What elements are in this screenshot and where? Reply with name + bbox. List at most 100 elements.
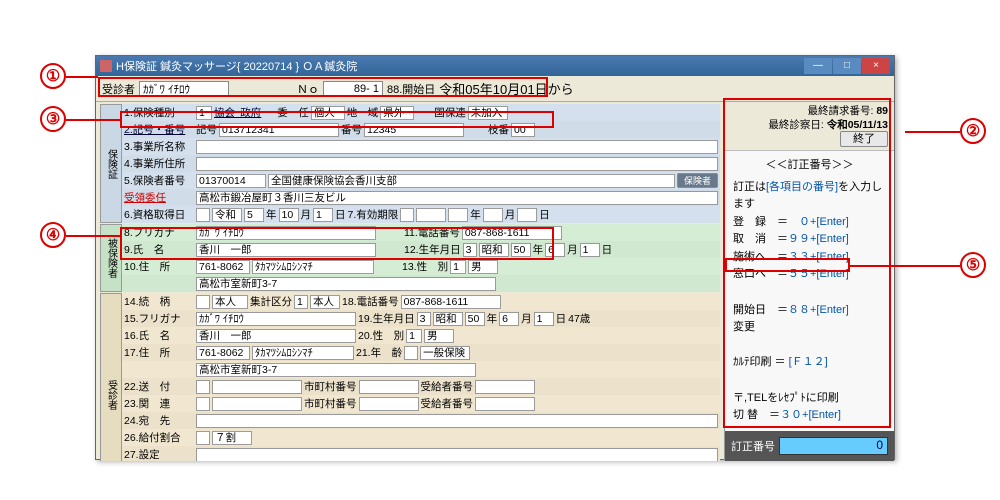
fld-day2[interactable] [517, 208, 537, 222]
lbl-kigo: 記号 [196, 122, 217, 137]
lbl-j-address: 17.住 所 [124, 345, 194, 360]
fld-jigyosho-addr[interactable] [196, 157, 718, 171]
lbl-yuko-kigen: 7.有効期限 [348, 207, 399, 222]
fld-settei[interactable] [196, 448, 718, 462]
fld-month1[interactable]: 10 [279, 208, 299, 222]
fld-j-sex-code[interactable]: 1 [406, 329, 422, 343]
window-title: H保険証 鍼灸マッサージ{ 20220714 } ＯＡ鍼灸院 [116, 58, 357, 74]
header-row: 受診者 ｶｶﾞﾜ ｲﾁﾛｳ Ｎｏ 89- 1 88.開始日 令和05年10月01… [96, 76, 894, 102]
fld-birth-y[interactable]: 50 [511, 243, 531, 257]
fld-kanren-name[interactable] [212, 397, 302, 411]
fld-era-code1[interactable] [196, 208, 210, 222]
btn-end[interactable]: 終了 [840, 131, 888, 147]
link-juryoinin[interactable]: 受領委任 [124, 190, 194, 205]
lbl-j-birth: 19.生年月日 [358, 311, 415, 326]
fld-birth-era-code[interactable]: 3 [463, 243, 477, 257]
fld-j-birth-d[interactable]: 1 [534, 312, 554, 326]
fld-teisei-no[interactable]: 0 [779, 437, 888, 455]
fld-jukyu-no1[interactable] [475, 380, 535, 394]
fld-j-address[interactable]: 高松市室新町3-7 [196, 363, 476, 377]
link-hokenshubetsu-name[interactable]: 協会･政府 [214, 105, 261, 120]
fld-j-birth-era-code[interactable]: 3 [417, 312, 431, 326]
app-window: H保険証 鍼灸マッサージ{ 20220714 } ＯＡ鍼灸院 — □ × 受診者… [95, 55, 895, 460]
fld-juryoinin[interactable]: 高松市鍛冶屋町３香川三友ビル [196, 191, 718, 205]
btn-hokensha[interactable]: 保険者 [677, 173, 718, 188]
fld-kanren-code[interactable] [196, 397, 210, 411]
fld-j-birth-y[interactable]: 50 [465, 312, 485, 326]
fld-j-tel[interactable]: 087-868-1611 [401, 295, 501, 309]
fld-j-birth-m[interactable]: 6 [499, 312, 519, 326]
fld-furigana[interactable]: ｶｶﾞﾜ ｲﾁﾛｳ [196, 226, 376, 240]
link-kigo-bango[interactable]: 2.記号・番号 [124, 122, 194, 137]
fld-sofu-code[interactable] [196, 380, 210, 394]
fld-atesaki[interactable] [196, 414, 718, 428]
fld-kigo[interactable]: 013712341 [219, 123, 339, 137]
fld-tel[interactable]: 087-868-1611 [462, 226, 562, 240]
fld-kyufu-name[interactable]: ７割 [212, 431, 252, 445]
section-hokensho: 保険証 1.保険種別 1 協会･政府 委 任 個人 地 域 県外 国保連 未加入 [100, 104, 720, 223]
minimize-button[interactable]: — [804, 58, 832, 74]
fld-kyufu-code[interactable] [196, 431, 210, 445]
startdate-value: 令和05年10月01日から [439, 79, 573, 98]
fld-year1[interactable]: 5 [244, 208, 264, 222]
fld-hokensha-name[interactable]: 全国健康保険協会香川支部 [268, 174, 675, 188]
lbl-atesaki: 24.宛 先 [124, 413, 194, 428]
fld-bango[interactable]: 12345 [364, 123, 464, 137]
fld-j-addr-kana[interactable]: ﾀｶﾏﾂｼﾑﾛｼﾝﾏﾁ [252, 346, 354, 360]
fld-sex-name[interactable]: 男 [468, 260, 498, 274]
lbl-hokenshubetsu: 1.保険種別 [124, 105, 194, 120]
no-field[interactable]: 89- 1 [323, 81, 383, 97]
fld-sex-code[interactable]: 1 [450, 260, 466, 274]
fld-kojin[interactable]: 個人 [311, 106, 345, 120]
fld-shimei[interactable]: 香川 一郎 [196, 243, 376, 257]
fld-zokugara-name[interactable]: 本人 [212, 295, 248, 309]
fld-jigyosho-mei[interactable] [196, 140, 718, 154]
annotation-5: ⑤ [960, 252, 986, 278]
fld-hokenshubetsu-code[interactable]: 1 [196, 106, 212, 120]
lbl-address: 10.住 所 [124, 259, 194, 274]
fld-j-shimei[interactable]: 香川 一郎 [196, 329, 356, 343]
fld-city-no1[interactable] [359, 380, 419, 394]
fld-mikanyu[interactable]: 未加入 [468, 106, 508, 120]
fld-nenrei-code[interactable] [404, 346, 418, 360]
fld-address[interactable]: 高松市室新町3-7 [196, 277, 496, 291]
fld-era-name1[interactable]: 令和 [212, 208, 242, 222]
section-hihokensha: 被保険者 8.フリガナ ｶｶﾞﾜ ｲﾁﾛｳ 11.電話番号 087-868-16… [100, 224, 720, 292]
lbl-sofu: 22.送 付 [124, 379, 194, 394]
txt-inin: 委 任 [277, 105, 309, 120]
fld-addr-kana[interactable]: ﾀｶﾏﾂｼﾑﾛｼﾝﾏﾁ [252, 260, 374, 274]
fld-birth-m[interactable]: 6 [545, 243, 565, 257]
fld-zip[interactable]: 761-8062 [196, 260, 250, 274]
fld-birth-d[interactable]: 1 [580, 243, 600, 257]
fld-era-code2[interactable] [400, 208, 414, 222]
fld-kengai[interactable]: 県外 [380, 106, 414, 120]
lbl-sex: 13.性 別 [402, 259, 448, 274]
fld-shukei-name[interactable]: 本人 [310, 295, 340, 309]
fld-hokensha-no[interactable]: 01370014 [196, 174, 266, 188]
fld-jukyu-no2[interactable] [475, 397, 535, 411]
fld-edaban[interactable]: 00 [511, 123, 535, 137]
fld-birth-era-name[interactable]: 昭和 [479, 243, 509, 257]
patient-field[interactable]: ｶｶﾞﾜ ｲﾁﾛｳ [139, 81, 229, 97]
titlebar: H保険証 鍼灸マッサージ{ 20220714 } ＯＡ鍼灸院 — □ × [96, 56, 894, 76]
annotation-2: ② [960, 118, 986, 144]
fld-j-sex-name[interactable]: 男 [424, 329, 454, 343]
section-tag-jushinsha: 受診者 [100, 293, 122, 461]
fld-day1[interactable]: 1 [313, 208, 333, 222]
fld-j-birth-era-name[interactable]: 昭和 [433, 312, 463, 326]
txt-chiiki: 地 域 [347, 105, 379, 120]
fld-zokugara-code[interactable] [196, 295, 210, 309]
fld-shukei-code[interactable]: 1 [294, 295, 308, 309]
fld-month2[interactable] [483, 208, 503, 222]
fld-j-zip[interactable]: 761-8062 [196, 346, 250, 360]
maximize-button[interactable]: □ [833, 58, 861, 74]
fld-year2[interactable] [448, 208, 468, 222]
lbl-shikaku-date: 6.資格取得日 [124, 207, 194, 222]
fld-sofu-name[interactable] [212, 380, 302, 394]
close-button[interactable]: × [862, 58, 890, 74]
fld-city-no2[interactable] [359, 397, 419, 411]
fld-era-name2[interactable] [416, 208, 446, 222]
startdate-label: 88.開始日 [387, 81, 435, 97]
fld-j-furigana[interactable]: ｶｶﾞﾜ ｲﾁﾛｳ [196, 312, 356, 326]
fld-nenrei-name[interactable]: 一般保険 [420, 346, 470, 360]
